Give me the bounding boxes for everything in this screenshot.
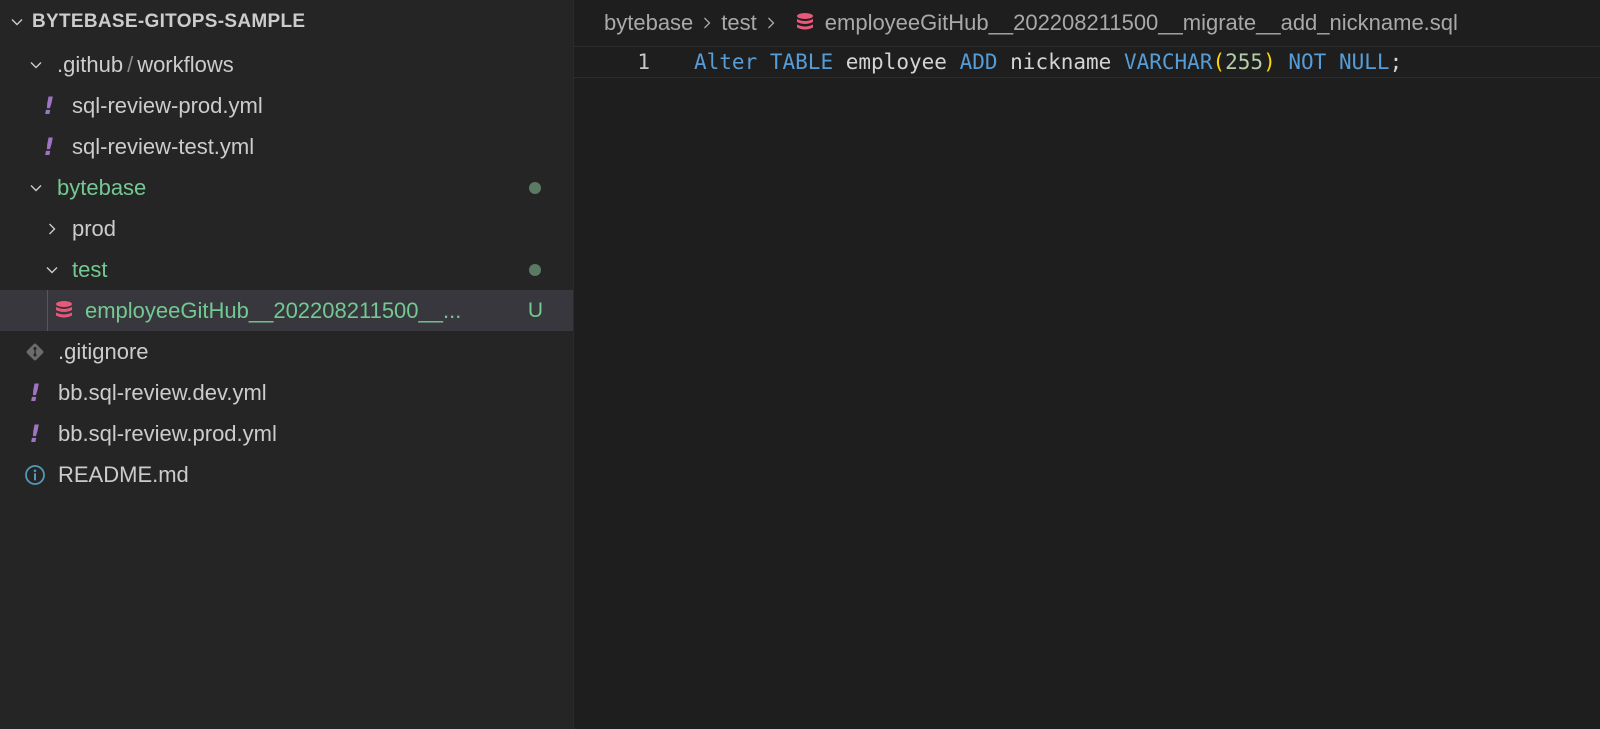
explorer-root-folder[interactable]: BYTEBASE-GITOPS-SAMPLE xyxy=(0,0,573,44)
token-paren: ( xyxy=(1212,50,1226,74)
breadcrumb-item-file[interactable]: employeeGitHub__202208211500__migrate__a… xyxy=(825,10,1458,36)
tree-folder-bytebase[interactable]: bytebase xyxy=(0,167,573,208)
tree-item-label: .github xyxy=(57,51,124,77)
yaml-file-icon: ! xyxy=(43,91,55,120)
tree-item-label: README.md xyxy=(58,461,189,487)
token-keyword: TABLE xyxy=(769,50,834,74)
tree-item-label: sql-review-test.yml xyxy=(72,133,255,159)
chevron-down-icon xyxy=(25,177,47,199)
tree-file-bb-sql-review-dev[interactable]: ! bb.sql-review.dev.yml xyxy=(0,372,573,413)
tree-folder-github-workflows[interactable]: .github / workflows xyxy=(0,44,573,85)
modified-dot-icon xyxy=(529,263,541,276)
token-identifier: employee xyxy=(845,50,947,74)
token-punctuation: ; xyxy=(1389,50,1403,74)
tree-item-label: workflows xyxy=(137,51,234,77)
path-separator: / xyxy=(127,51,134,77)
tree-file-employee-migration[interactable]: employeeGitHub__202208211500__... U xyxy=(0,290,573,331)
tree-folder-test[interactable]: test xyxy=(0,249,573,290)
git-icon xyxy=(24,339,46,365)
tree-item-label: bb.sql-review.dev.yml xyxy=(58,379,267,405)
tree-item-label: bytebase xyxy=(57,174,147,200)
root-folder-title: BYTEBASE-GITOPS-SAMPLE xyxy=(32,11,306,32)
chevron-down-icon xyxy=(6,11,28,33)
tree-item-label: employeeGitHub__202208211500__... xyxy=(85,297,462,323)
vscode-window: BYTEBASE-GITOPS-SAMPLE .github / workflo… xyxy=(0,0,1600,729)
tree-file-readme[interactable]: README.md xyxy=(0,454,573,495)
yaml-file-icon: ! xyxy=(29,378,41,407)
yaml-file-icon: ! xyxy=(29,419,41,448)
info-icon xyxy=(24,462,46,488)
token-keyword: ADD xyxy=(959,50,998,74)
tree-item-label: sql-review-prod.yml xyxy=(72,92,263,118)
tree-file-sql-review-prod[interactable]: ! sql-review-prod.yml xyxy=(0,85,573,126)
tree-item-label: test xyxy=(72,256,108,282)
token-keyword: NULL xyxy=(1338,50,1390,74)
database-icon xyxy=(53,298,75,324)
explorer-sidebar: BYTEBASE-GITOPS-SAMPLE .github / workflo… xyxy=(0,0,574,729)
untracked-status-badge: U xyxy=(527,298,543,322)
chevron-down-icon xyxy=(41,259,63,281)
token-number: 255 xyxy=(1225,50,1264,74)
tree-item-label: .gitignore xyxy=(58,338,149,364)
code-line[interactable]: 1 Alter TABLE employee ADD nickname VARC… xyxy=(574,46,1600,78)
code-text[interactable]: Alter TABLE employee ADD nickname VARCHA… xyxy=(694,50,1402,74)
chevron-right-icon xyxy=(699,15,715,31)
database-icon xyxy=(795,12,815,34)
token-paren: ) xyxy=(1263,50,1276,74)
token-identifier: nickname xyxy=(1010,50,1112,74)
editor-pane: bytebase test employeeGitHub__2022082115… xyxy=(574,0,1600,729)
token-keyword: VARCHAR xyxy=(1123,50,1213,74)
modified-dot-icon xyxy=(529,181,541,194)
token-keyword: NOT xyxy=(1288,50,1327,74)
tree-folder-prod[interactable]: prod xyxy=(0,208,573,249)
tree-file-gitignore[interactable]: .gitignore xyxy=(0,331,573,372)
chevron-right-icon xyxy=(41,218,63,240)
tree-file-bb-sql-review-prod[interactable]: ! bb.sql-review.prod.yml xyxy=(0,413,573,454)
chevron-down-icon xyxy=(25,54,47,76)
chevron-right-icon xyxy=(763,15,779,31)
breadcrumb-item-test[interactable]: test xyxy=(721,10,756,36)
tree-item-label: prod xyxy=(72,215,117,241)
tree-item-label: bb.sql-review.prod.yml xyxy=(58,420,277,446)
yaml-file-icon: ! xyxy=(43,132,55,161)
breadcrumb: bytebase test employeeGitHub__2022082115… xyxy=(574,0,1600,46)
line-number: 1 xyxy=(637,50,650,74)
breadcrumb-item-bytebase[interactable]: bytebase xyxy=(604,10,693,36)
tree-file-sql-review-test[interactable]: ! sql-review-test.yml xyxy=(0,126,573,167)
token-keyword: Alter xyxy=(694,50,758,74)
